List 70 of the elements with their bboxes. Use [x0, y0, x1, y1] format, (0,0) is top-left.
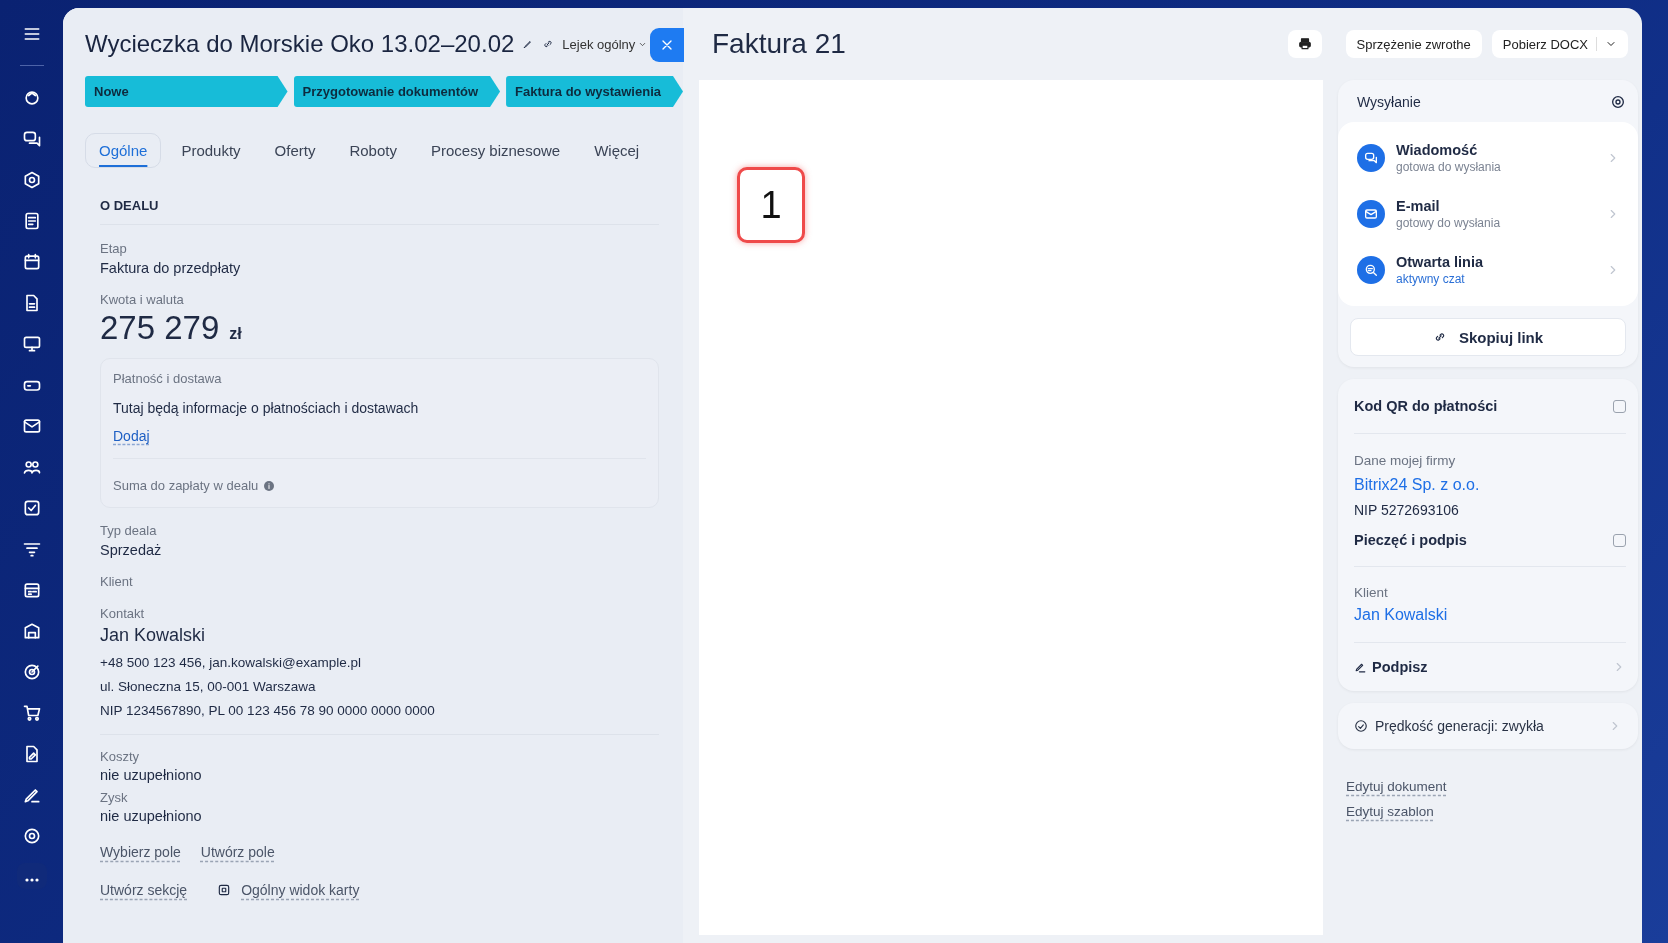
field-value: nie uzupełniono [100, 808, 203, 824]
contact-detail: +48 500 123 456, jan.kowalski@example.pl [100, 655, 362, 670]
setting-label: Pieczęć i podpis [1354, 532, 1467, 548]
field-link[interactable]: Utwórz pole [200, 844, 275, 860]
setting-label: Kod QR do płatności [1354, 398, 1498, 414]
field-label: Koszty [100, 749, 140, 764]
copy-link-button[interactable]: Skopiuj link [1350, 318, 1626, 356]
field-label: Dane mojej firmy [1354, 453, 1457, 468]
channel-item[interactable]: E-mail gotowy do wysłania [1338, 186, 1638, 242]
channel-item[interactable]: Otwarta linia aktywny czat [1338, 242, 1638, 298]
checkbox[interactable] [1613, 399, 1626, 413]
field-value: Faktura do przedpłaty [100, 260, 242, 276]
field-label: Zysk [100, 790, 129, 805]
amount-value: 275 279 [100, 309, 220, 347]
generation-speed-button[interactable]: Prędkość generacji: zwykła [1338, 703, 1638, 749]
printer-icon [1297, 37, 1312, 51]
company-link[interactable]: Bitrix24 Sp. z o.o. [1354, 476, 1480, 494]
field-label: Kontakt [100, 606, 146, 621]
mail-icon [21, 416, 42, 436]
tab[interactable]: Produkty [167, 133, 255, 168]
contact-detail: ul. Słoneczna 15, 00-001 Warszawa [100, 679, 317, 694]
chat-icon [21, 129, 42, 149]
sign-button[interactable]: Podpisz [1354, 659, 1428, 675]
cart-icon [21, 703, 42, 723]
panel-title: Wysyłanie [1357, 94, 1421, 110]
contact-name: Jan Kowalski [100, 625, 207, 646]
pipeline-stage[interactable]: Przygotowanie dokumentów [293, 76, 501, 107]
client-link[interactable]: Jan Kowalski [1354, 606, 1626, 643]
tab[interactable]: Ogólne [85, 133, 162, 168]
feedback-button[interactable]: Sprzężenie zwrothe [1345, 30, 1482, 58]
print-button[interactable] [1287, 30, 1322, 58]
add-link[interactable]: Dodaj [113, 428, 150, 444]
field-label: Etap [100, 241, 128, 256]
link-icon [542, 38, 555, 50]
info-icon [263, 479, 276, 492]
close-button[interactable] [650, 28, 684, 62]
funnel-dropdown[interactable]: Lejek ogólny [562, 36, 648, 52]
field-link[interactable]: Wybierz pole [100, 844, 181, 860]
currency: zł [229, 325, 242, 343]
card-view-icon [217, 883, 232, 897]
channel-item[interactable]: Wiadomość gotowa do wysłania [1338, 130, 1638, 186]
contact-detail: NIP 1234567890, PL 00 123 456 78 90 0000 0000 0000 [100, 703, 436, 718]
tab[interactable]: Procesy biznesowe [416, 133, 575, 168]
section-title: O DEALU [100, 198, 659, 225]
field-value: Sprzedaż [100, 542, 163, 558]
field-label: Kwota i waluta [100, 292, 185, 307]
document-title: Faktura 21 [712, 28, 847, 60]
pipeline-stage[interactable]: Nowe [85, 76, 288, 107]
create-section-link[interactable]: Utwórz sekcję [100, 882, 188, 898]
tab[interactable]: Oferty [260, 133, 330, 168]
field-label: Suma do zapłaty w dealu [113, 478, 259, 493]
download-button[interactable]: Pobierz DOCX [1491, 30, 1628, 58]
presentation-icon [21, 334, 42, 354]
field-value: nie uzupełniono [100, 767, 203, 783]
edit-link[interactable]: Edytuj dokument [1346, 779, 1447, 794]
field-label: Płatność i dostawa [113, 371, 223, 386]
pipeline-stage[interactable]: Faktura do wystawienia [506, 76, 683, 107]
edit-link[interactable]: Edytuj szablon [1346, 804, 1434, 819]
card-view-link[interactable]: Ogólny widok karty [241, 882, 360, 898]
company-nip: NIP 5272693106 [1354, 502, 1460, 518]
info-text: Tutaj będą informacje o płatnościach i dostawach [113, 400, 420, 416]
tab[interactable]: Więcej [580, 133, 654, 168]
callout-marker: 1 [737, 167, 805, 243]
field-label: Klient [100, 574, 134, 589]
speed-icon [1354, 719, 1368, 733]
tab[interactable]: Roboty [335, 133, 411, 168]
field-label: Typ deala [100, 523, 158, 538]
field-label: Klient [1354, 585, 1389, 600]
deal-title: Wycieczka do Morskie Oko 13.02–20.02 [85, 30, 515, 58]
checkbox[interactable] [1613, 533, 1626, 547]
